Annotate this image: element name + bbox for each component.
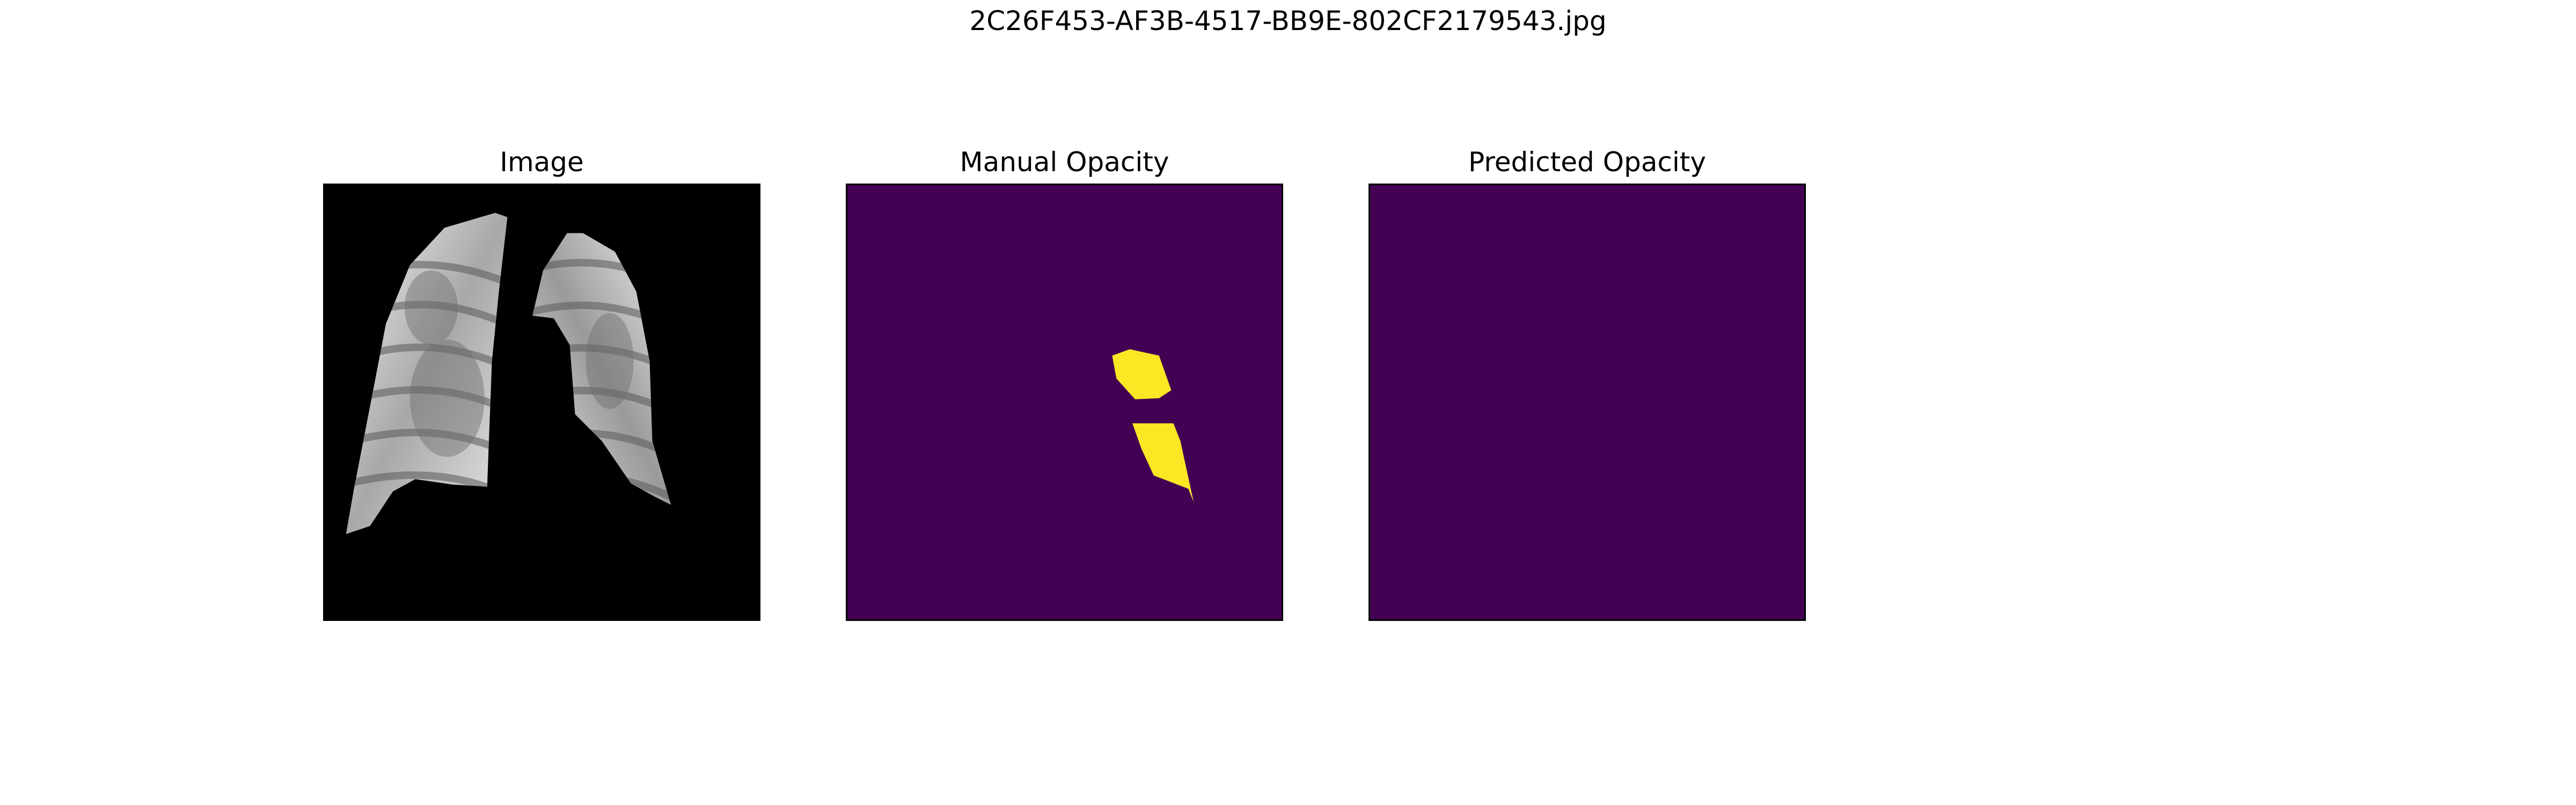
panel-title-predicted-opacity: Predicted Opacity [1468,147,1706,178]
image-panel [323,184,760,621]
figure-title: 2C26F453-AF3B-4517-BB9E-802CF2179543.jpg [969,5,1607,36]
predicted-opacity-panel [1368,184,1806,621]
panel-title-image: Image [500,147,584,178]
panel-title-manual-opacity: Manual Opacity [960,147,1169,178]
predicted-opacity-mask [1370,185,1804,619]
lung-xray-image [346,213,671,535]
manual-opacity-mask [847,185,1282,619]
manual-opacity-panel [846,184,1283,621]
